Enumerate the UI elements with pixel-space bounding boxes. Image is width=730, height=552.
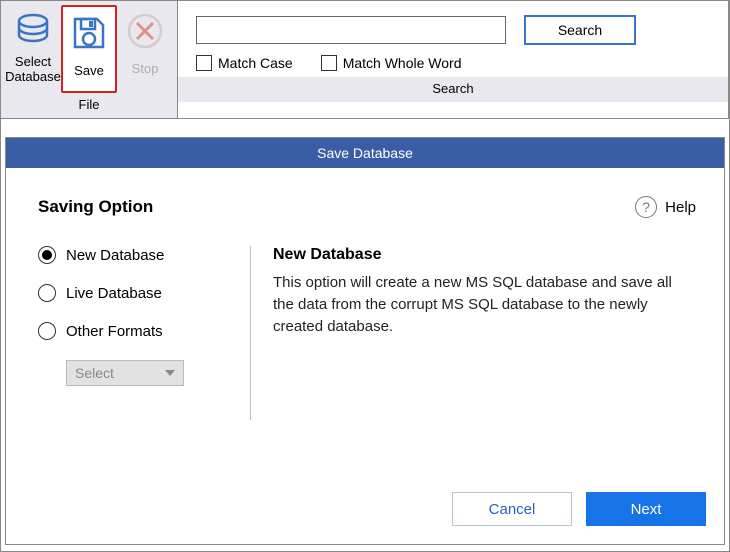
select-placeholder: Select (75, 365, 114, 381)
match-whole-label: Match Whole Word (343, 55, 462, 71)
save-label: Save (74, 57, 104, 87)
radio-icon (38, 322, 56, 340)
dialog-header-row: Saving Option ? Help (38, 196, 696, 218)
search-group-caption: Search (178, 77, 728, 102)
radio-other-formats[interactable]: Other Formats (38, 322, 250, 340)
help-label: Help (665, 199, 696, 216)
file-group-caption: File (1, 93, 177, 118)
radio-label: New Database (66, 247, 164, 264)
stop-label: Stop (132, 55, 159, 85)
radio-label: Other Formats (66, 323, 163, 340)
help-icon: ? (635, 196, 657, 218)
dialog-heading: Saving Option (38, 197, 153, 217)
next-button[interactable]: Next (586, 492, 706, 526)
cancel-button[interactable]: Cancel (452, 492, 572, 526)
search-row: Search (178, 1, 728, 49)
stop-button: Stop (117, 5, 173, 93)
ribbon-group-search: Search Match Case Match Whole Word Searc… (178, 1, 729, 118)
checkbox-icon (196, 55, 212, 71)
match-case-label: Match Case (218, 55, 293, 71)
description-column: New Database This option will create a n… (273, 240, 696, 470)
match-whole-word-checkbox[interactable]: Match Whole Word (321, 55, 462, 71)
radio-icon (38, 284, 56, 302)
dialog-body: Saving Option ? Help New Database Live D… (6, 168, 724, 478)
search-button[interactable]: Search (524, 15, 636, 45)
chevron-down-icon (165, 370, 175, 376)
dialog-content: New Database Live Database Other Formats… (38, 240, 696, 470)
match-case-checkbox[interactable]: Match Case (196, 55, 293, 71)
help-button[interactable]: ? Help (635, 196, 696, 218)
radio-new-database[interactable]: New Database (38, 246, 250, 264)
dialog-footer: Cancel Next (6, 478, 724, 544)
save-icon (67, 11, 111, 55)
select-database-label: Select Database (5, 55, 61, 85)
radio-icon (38, 246, 56, 264)
ribbon-group-file: Select Database Save (1, 1, 178, 118)
ribbon: Select Database Save (1, 1, 729, 119)
search-options: Match Case Match Whole Word (178, 49, 728, 77)
app-window: Select Database Save (0, 0, 730, 552)
description-text: This option will create a new MS SQL dat… (273, 272, 696, 337)
checkbox-icon (321, 55, 337, 71)
radio-label: Live Database (66, 285, 162, 302)
vertical-divider (250, 246, 251, 420)
save-button[interactable]: Save (61, 5, 117, 93)
dialog-title: Save Database (6, 138, 724, 168)
file-buttons: Select Database Save (1, 1, 177, 93)
save-database-dialog: Save Database Saving Option ? Help New D… (5, 137, 725, 545)
radio-live-database[interactable]: Live Database (38, 284, 250, 302)
format-select[interactable]: Select (66, 360, 184, 386)
search-input[interactable] (196, 16, 506, 44)
database-icon (11, 9, 55, 53)
select-database-button[interactable]: Select Database (5, 5, 61, 93)
stop-icon (123, 9, 167, 53)
description-title: New Database (273, 246, 696, 264)
options-column: New Database Live Database Other Formats… (38, 240, 250, 470)
